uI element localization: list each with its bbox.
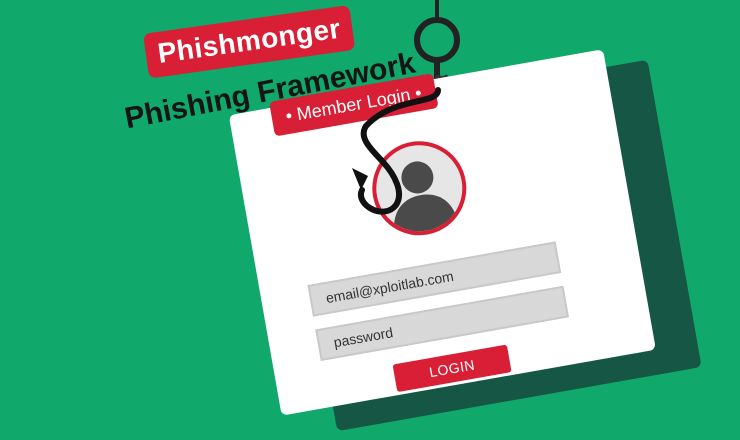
phishmonger-hero: Phishmonger Phishing Framework • Member … xyxy=(0,0,740,432)
fish-hook-icon xyxy=(352,87,441,215)
